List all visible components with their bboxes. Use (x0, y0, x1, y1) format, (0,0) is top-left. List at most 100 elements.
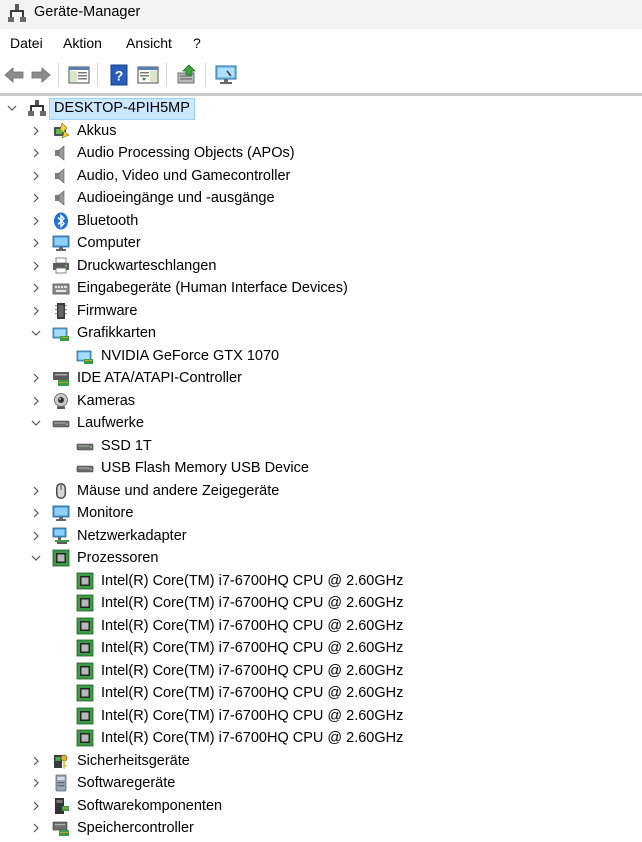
back-button[interactable] (2, 63, 26, 87)
chevron-right-icon[interactable] (29, 484, 43, 498)
tree-category-netzwerkadapter[interactable]: Netzwerkadapter (0, 525, 642, 547)
menu-datei[interactable]: Datei (10, 35, 43, 52)
tree-category-softwarekomponenten[interactable]: Softwarekomponenten (0, 795, 642, 817)
chevron-right-icon[interactable] (29, 506, 43, 520)
tree-category-prozessoren[interactable]: Prozessoren (0, 547, 642, 569)
tree-item-label: USB Flash Memory USB Device (101, 460, 309, 476)
menu-bar: Datei Aktion Ansicht ? (0, 29, 642, 57)
processor-icon (76, 684, 94, 702)
battery-icon (52, 122, 70, 140)
chevron-right-icon[interactable] (29, 754, 43, 768)
chevron-down-icon[interactable] (29, 326, 43, 340)
scan-hardware-button[interactable] (214, 63, 238, 87)
chevron-right-icon[interactable] (29, 821, 43, 835)
show-hide-console-tree-button[interactable] (67, 63, 91, 87)
computer-tree-icon (28, 99, 46, 117)
speaker-icon (52, 189, 70, 207)
tree-category-druckwarteschlangen[interactable]: Druckwarteschlangen (0, 255, 642, 277)
tree-item-label: Audio Processing Objects (APOs) (77, 145, 295, 161)
tree-item-label: Druckwarteschlangen (77, 257, 217, 274)
selected-highlight: DESKTOP-4PIH5MP (49, 98, 195, 120)
tree-device-intel-r-core-tm-i7-6700hq-cpu-2-60ghz[interactable]: Intel(R) Core(TM) i7-6700HQ CPU @ 2.60GH… (0, 705, 642, 727)
tree-device-intel-r-core-tm-i7-6700hq-cpu-2-60ghz[interactable]: Intel(R) Core(TM) i7-6700HQ CPU @ 2.60GH… (0, 682, 642, 704)
chevron-right-icon[interactable] (29, 191, 43, 205)
tree-category-softwaregeräte[interactable]: Softwaregeräte (0, 772, 642, 794)
monitor-icon (52, 234, 70, 252)
tree-category-kameras[interactable]: Kameras (0, 390, 642, 412)
menu-aktion[interactable]: Aktion (63, 35, 102, 52)
chevron-right-icon[interactable] (29, 169, 43, 183)
tree-category-audio-video-und-gamecontroller[interactable]: Audio, Video und Gamecontroller (0, 165, 642, 187)
chevron-right-icon[interactable] (29, 776, 43, 790)
software-component-icon (52, 797, 70, 815)
tree-item-label: NVIDIA GeForce GTX 1070 (101, 347, 280, 364)
menu-help[interactable]: ? (193, 35, 201, 52)
tree-category-akkus[interactable]: Akkus (0, 120, 642, 142)
tree-device-intel-r-core-tm-i7-6700hq-cpu-2-60ghz[interactable]: Intel(R) Core(TM) i7-6700HQ CPU @ 2.60GH… (0, 570, 642, 592)
tree-category-mäuse-und-andere-zeigegeräte[interactable]: Mäuse und andere Zeigegeräte (0, 480, 642, 502)
chevron-right-icon[interactable] (29, 214, 43, 228)
menu-ansicht[interactable]: Ansicht (126, 35, 172, 52)
tree-category-eingabegeräte-human-interface-devices[interactable]: Eingabegeräte (Human Interface Devices) (0, 277, 642, 299)
tree-category-speichercontroller[interactable]: Speichercontroller (0, 817, 642, 839)
tree-category-ide-ata-atapi-controller[interactable]: IDE ATA/ATAPI-Controller (0, 367, 642, 389)
ide-controller-icon (52, 369, 70, 387)
keyboard-icon (52, 279, 70, 297)
speaker-icon (52, 144, 70, 162)
update-driver-button[interactable] (175, 63, 199, 87)
tree-item-label: Computer (77, 235, 141, 251)
chevron-right-icon[interactable] (29, 529, 43, 543)
tree-device-nvidia-geforce-gtx-1070[interactable]: NVIDIA GeForce GTX 1070 (0, 345, 642, 367)
drive-icon (52, 414, 70, 432)
tree-category-firmware[interactable]: Firmware (0, 300, 642, 322)
forward-button[interactable] (29, 63, 53, 87)
chevron-down-icon[interactable] (29, 551, 43, 565)
processor-icon (76, 572, 94, 590)
tree-item-label: Intel(R) Core(TM) i7-6700HQ CPU @ 2.60GH… (101, 617, 404, 634)
chevron-right-icon[interactable] (29, 236, 43, 250)
tree-item-label: Bluetooth (77, 212, 139, 229)
tree-category-monitore[interactable]: Monitore (0, 502, 642, 524)
arrow-right-icon (31, 67, 51, 83)
tree-device-intel-r-core-tm-i7-6700hq-cpu-2-60ghz[interactable]: Intel(R) Core(TM) i7-6700HQ CPU @ 2.60GH… (0, 592, 642, 614)
tree-category-computer[interactable]: Computer (0, 232, 642, 254)
tree-category-laufwerke[interactable]: Laufwerke (0, 412, 642, 434)
chevron-down-icon[interactable] (29, 416, 43, 430)
chevron-right-icon[interactable] (29, 394, 43, 408)
tree-category-audioeingänge-und-ausgänge[interactable]: Audioeingänge und -ausgänge (0, 187, 642, 209)
tree-item-label: Firmware (77, 302, 138, 319)
chevron-right-icon[interactable] (29, 124, 43, 138)
tree-category-sicherheitsgeräte[interactable]: Sicherheitsgeräte (0, 750, 642, 772)
tree-category-bluetooth[interactable]: Bluetooth (0, 210, 642, 232)
tree-device-intel-r-core-tm-i7-6700hq-cpu-2-60ghz[interactable]: Intel(R) Core(TM) i7-6700HQ CPU @ 2.60GH… (0, 660, 642, 682)
tree-device-intel-r-core-tm-i7-6700hq-cpu-2-60ghz[interactable]: Intel(R) Core(TM) i7-6700HQ CPU @ 2.60GH… (0, 727, 642, 749)
tree-item-label: Kameras (77, 392, 136, 409)
tree-item-label: Intel(R) Core(TM) i7-6700HQ CPU @ 2.60GH… (101, 662, 404, 679)
display-adapter-icon (52, 324, 70, 342)
processor-icon (76, 729, 94, 747)
chevron-right-icon[interactable] (29, 799, 43, 813)
tree-device-usb-flash-memory-usb-device[interactable]: USB Flash Memory USB Device (0, 457, 642, 479)
chevron-right-icon[interactable] (29, 371, 43, 385)
tree-item-label: Akkus (77, 122, 117, 139)
help-button[interactable]: ? (107, 63, 131, 87)
tree-item-label: Audio, Video und Gamecontroller (77, 167, 291, 184)
chevron-right-icon[interactable] (29, 146, 43, 160)
tree-device-intel-r-core-tm-i7-6700hq-cpu-2-60ghz[interactable]: Intel(R) Core(TM) i7-6700HQ CPU @ 2.60GH… (0, 637, 642, 659)
chevron-right-icon[interactable] (29, 281, 43, 295)
tree-category-grafikkarten[interactable]: Grafikkarten (0, 322, 642, 344)
tree-category-audio-processing-objects-apos[interactable]: Audio Processing Objects (APOs) (0, 142, 642, 164)
chevron-down-icon[interactable] (5, 101, 19, 115)
toolbar: ? (0, 57, 642, 93)
chevron-right-icon[interactable] (29, 304, 43, 318)
tree-root-computer[interactable]: DESKTOP-4PIH5MP (0, 97, 642, 120)
tree-device-ssd-1t[interactable]: SSD 1T (0, 435, 642, 457)
tree-item-label: Intel(R) Core(TM) i7-6700HQ CPU @ 2.60GH… (101, 640, 404, 656)
console-tree-icon (68, 66, 90, 84)
chevron-right-icon[interactable] (29, 259, 43, 273)
action-pane-button[interactable] (136, 63, 160, 87)
scan-monitor-icon (215, 65, 237, 84)
mouse-icon (52, 482, 70, 500)
tree-device-intel-r-core-tm-i7-6700hq-cpu-2-60ghz[interactable]: Intel(R) Core(TM) i7-6700HQ CPU @ 2.60GH… (0, 615, 642, 637)
firmware-icon (52, 302, 70, 320)
